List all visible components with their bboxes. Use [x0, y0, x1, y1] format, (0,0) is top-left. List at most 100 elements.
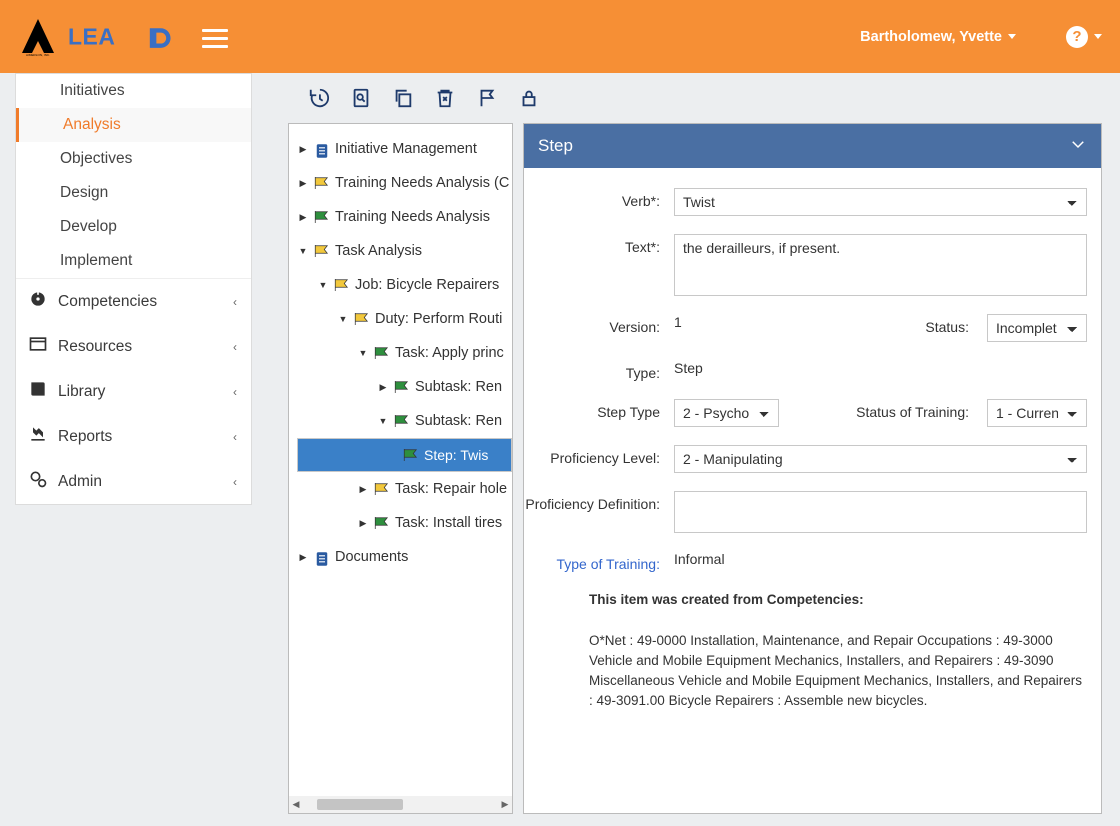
sidebar-item-admin[interactable]: Admin‹: [16, 459, 251, 504]
user-name: Bartholomew, Yvette: [860, 29, 1002, 45]
help-button[interactable]: ?: [1066, 26, 1088, 48]
scroll-left-arrow[interactable]: ◀: [289, 799, 303, 810]
chevron-left-icon: ‹: [233, 475, 237, 489]
tree-node-label: Task: Install tires: [395, 515, 502, 531]
status-select[interactable]: Incomplet: [987, 314, 1087, 342]
version-value: 1: [674, 314, 682, 330]
delete-icon[interactable]: [434, 87, 456, 109]
text-input[interactable]: the derailleurs, if present.: [674, 234, 1087, 296]
lead-logo-icon: LEA: [68, 19, 188, 55]
library-icon: [28, 379, 50, 404]
verb-select[interactable]: Twist: [674, 188, 1087, 216]
tree-flag-icon: [313, 244, 331, 258]
tree-node-label: Step: Twis: [424, 447, 488, 463]
tree-node-label: Task Analysis: [335, 243, 422, 259]
scroll-thumb[interactable]: [317, 799, 403, 810]
tree-twist-icon[interactable]: ▶: [297, 552, 309, 563]
tree-node[interactable]: ▶ Training Needs Analysis: [297, 200, 512, 234]
tree-node[interactable]: ▶ Task: Install tires: [297, 506, 512, 540]
tree-twist-icon[interactable]: ▶: [297, 212, 309, 223]
type-label: Type:: [524, 360, 674, 381]
tree-node[interactable]: ▶ Initiative Management: [297, 132, 512, 166]
user-menu[interactable]: Bartholomew, Yvette: [860, 29, 1016, 45]
tree-flag-icon: [353, 312, 371, 326]
tree-flag-icon: [393, 380, 411, 394]
tree-twist-icon[interactable]: ▼: [357, 348, 369, 358]
content-area: ▶ Initiative Management ▶ Training Needs An…: [288, 73, 1102, 814]
tree-flag-icon: [402, 448, 420, 462]
copy-icon[interactable]: [392, 87, 414, 109]
resources-icon: [28, 334, 50, 359]
sidebar-sub-implement[interactable]: Implement: [16, 244, 251, 278]
topbar: AIMERLON, INC. LEA Bartholomew, Yvette ?: [0, 0, 1120, 73]
tree-panel: ▶ Initiative Management ▶ Training Needs An…: [288, 123, 513, 814]
form-header: Step: [524, 124, 1101, 168]
tree-node[interactable]: ▼ Task Analysis: [297, 234, 512, 268]
logo-block: AIMERLON, INC. LEA: [18, 17, 188, 57]
tot-value: Informal: [674, 551, 725, 567]
chevron-left-icon: ‹: [233, 430, 237, 444]
tot-label[interactable]: Type of Training:: [524, 551, 674, 572]
lock-icon[interactable]: [518, 87, 540, 109]
tree-node[interactable]: ▼ Job: Bicycle Repairers: [297, 268, 512, 302]
tree-node[interactable]: ▶ Training Needs Analysis (C: [297, 166, 512, 200]
prof-select[interactable]: 2 - Manipulating: [674, 445, 1087, 473]
profdef-label: Proficiency Definition:: [524, 491, 674, 533]
sidebar-item-library[interactable]: Library‹: [16, 369, 251, 414]
tree-flag-icon: [373, 482, 391, 496]
sidebar-sub-develop[interactable]: Develop: [16, 210, 251, 244]
tree-flag-icon: [373, 346, 391, 360]
tree-node-label: Training Needs Analysis: [335, 209, 490, 225]
sot-select[interactable]: 1 - Curren: [987, 399, 1087, 427]
prof-label: Proficiency Level:: [524, 445, 674, 473]
sidebar: InitiativesAnalysisObjectivesDesignDevel…: [15, 73, 252, 505]
scroll-right-arrow[interactable]: ▶: [498, 799, 512, 810]
tree-node[interactable]: ▶Task: Repair hole: [297, 472, 512, 506]
tree-flag-icon: [313, 210, 331, 224]
tree-twist-icon[interactable]: ▼: [377, 416, 389, 426]
tree-node[interactable]: Step: Twis: [297, 438, 512, 472]
tree-twist-icon[interactable]: ▶: [297, 178, 309, 189]
profdef-input[interactable]: [674, 491, 1087, 533]
sidebar-item-resources[interactable]: Resources‹: [16, 324, 251, 369]
tree-node-label: Documents: [335, 549, 408, 565]
svg-text:AIMERLON, INC.: AIMERLON, INC.: [26, 53, 50, 57]
tree-node[interactable]: ▼Task: Apply princ: [297, 336, 512, 370]
tree-flag-icon: [393, 414, 411, 428]
sot-label: Status of Training:: [856, 399, 969, 420]
menu-toggle-button[interactable]: [202, 24, 228, 50]
sidebar-item-competencies[interactable]: Competencies‹: [16, 279, 251, 324]
tree-node[interactable]: ▶ Documents: [297, 540, 512, 574]
collapse-button[interactable]: [1069, 135, 1087, 158]
tree-node[interactable]: ▼ Subtask: Ren: [297, 404, 512, 438]
tree-twist-icon[interactable]: ▼: [297, 246, 309, 256]
tree-node[interactable]: ▶Subtask: Ren: [297, 370, 512, 404]
chevron-left-icon: ‹: [233, 385, 237, 399]
tree-h-scrollbar[interactable]: ◀ ▶: [289, 796, 512, 813]
sidebar-item-reports[interactable]: Reports‹: [16, 414, 251, 459]
history-icon[interactable]: [308, 87, 330, 109]
tree-twist-icon[interactable]: ▶: [357, 484, 369, 495]
tree-node-label: Subtask: Ren: [415, 413, 502, 429]
tree-node-label: Training Needs Analysis (C: [335, 175, 509, 191]
sidebar-sub-analysis[interactable]: Analysis: [16, 108, 251, 142]
aimerlon-logo-icon: AIMERLON, INC.: [18, 17, 58, 57]
type-value: Step: [674, 360, 703, 376]
verb-label: Verb*:: [524, 188, 674, 216]
tree-twist-icon[interactable]: ▼: [337, 314, 349, 324]
tree-twist-icon[interactable]: ▶: [377, 382, 389, 393]
tree-twist-icon[interactable]: ▶: [297, 144, 309, 155]
sidebar-sub-objectives[interactable]: Objectives: [16, 142, 251, 176]
flag-icon[interactable]: [476, 87, 498, 109]
sidebar-sub-initiatives[interactable]: Initiatives: [16, 74, 251, 108]
tree-node[interactable]: ▼Duty: Perform Routi: [297, 302, 512, 336]
competency-note: This item was created from Competencies:…: [524, 590, 1087, 712]
sidebar-sub-design[interactable]: Design: [16, 176, 251, 210]
version-label: Version:: [524, 314, 674, 342]
tree-node-label: Initiative Management: [335, 141, 477, 157]
tree-node-label: Job: Bicycle Repairers: [355, 277, 499, 293]
tree-twist-icon[interactable]: ▼: [317, 280, 329, 290]
search-doc-icon[interactable]: [350, 87, 372, 109]
steptype-select[interactable]: 2 - Psycho: [674, 399, 779, 427]
tree-twist-icon[interactable]: ▶: [357, 518, 369, 529]
